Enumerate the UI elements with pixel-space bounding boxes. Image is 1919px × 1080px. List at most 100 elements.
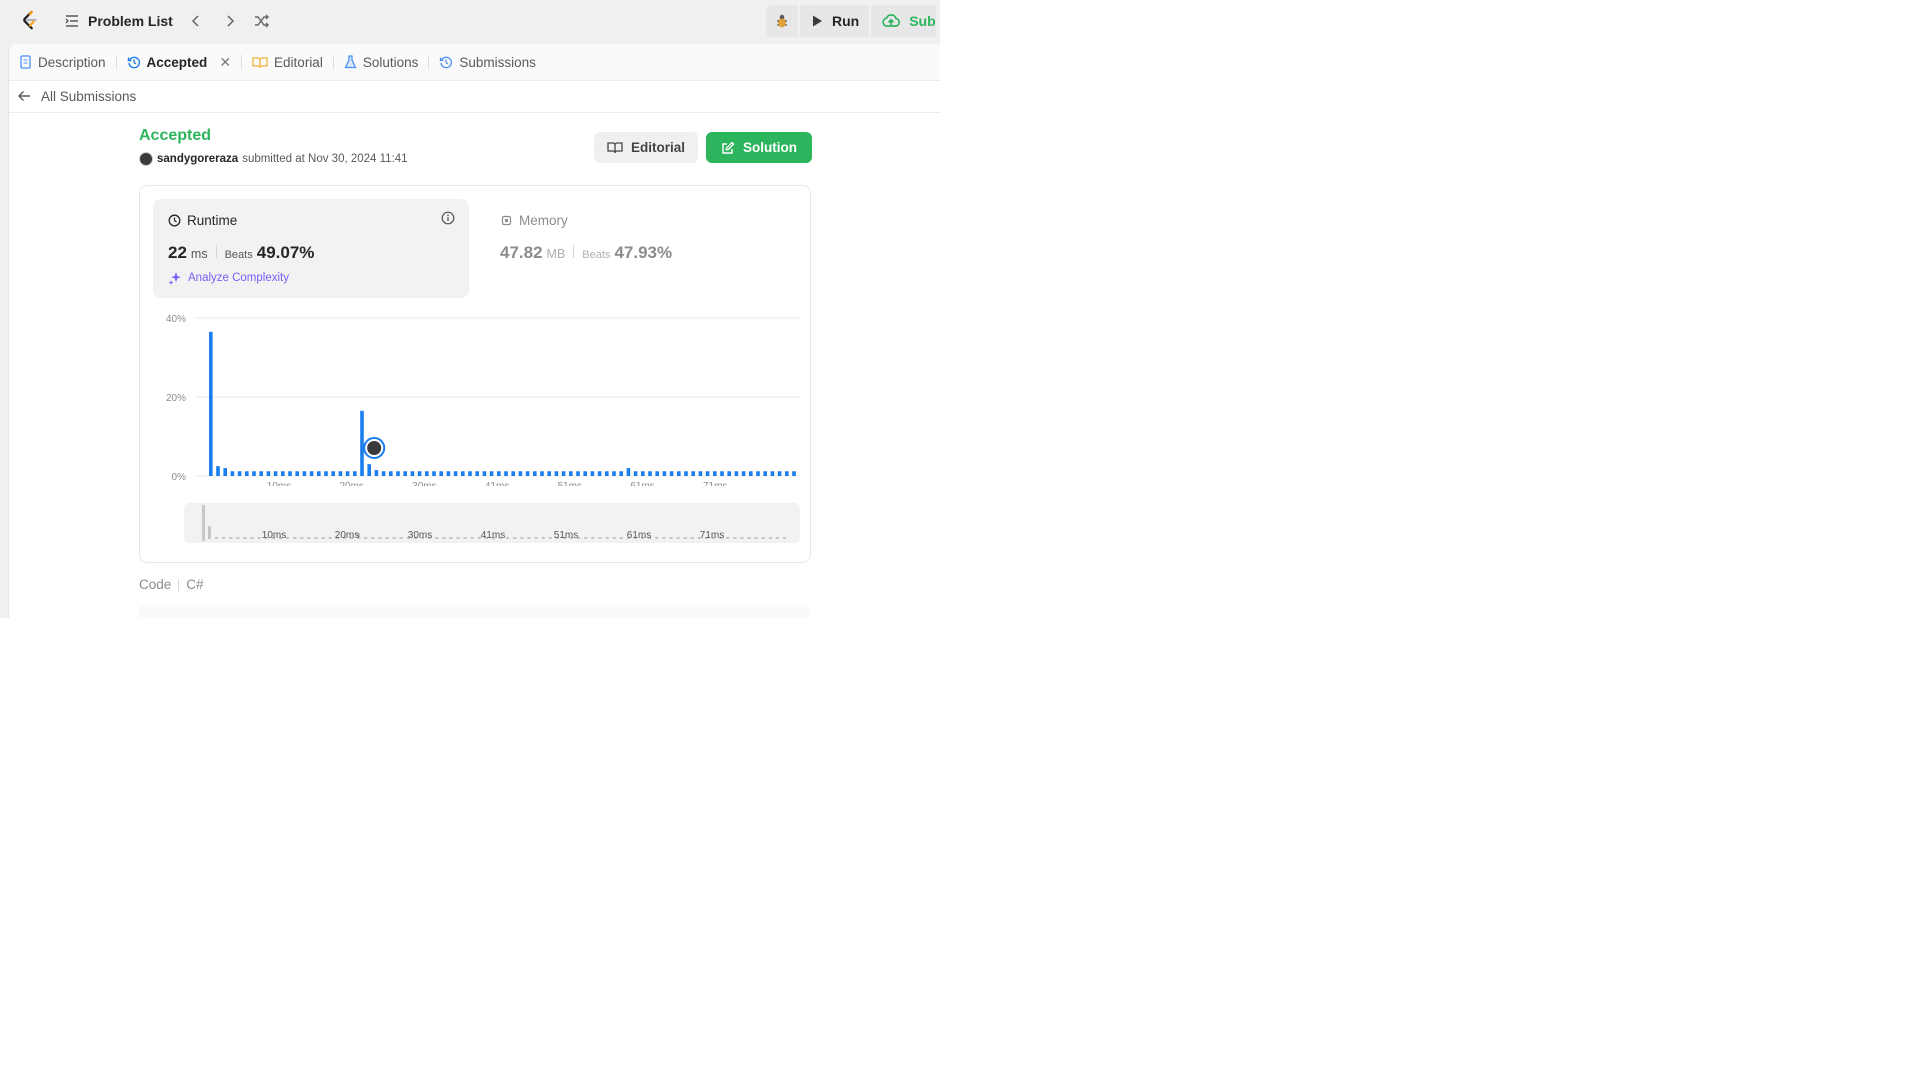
- runtime-bar[interactable]: [641, 471, 645, 476]
- runtime-bar[interactable]: [425, 471, 429, 476]
- tab-editorial[interactable]: Editorial: [242, 44, 333, 80]
- debug-button[interactable]: [766, 5, 798, 37]
- runtime-bar[interactable]: [785, 471, 789, 476]
- tab-description[interactable]: Description: [9, 44, 116, 80]
- runtime-bar[interactable]: [497, 471, 501, 476]
- runtime-bar[interactable]: [698, 471, 703, 476]
- runtime-bar[interactable]: [590, 471, 595, 476]
- solution-button[interactable]: Solution: [706, 132, 812, 163]
- runtime-bar[interactable]: [403, 471, 407, 476]
- runtime-bar[interactable]: [540, 471, 544, 476]
- runtime-bar[interactable]: [576, 471, 580, 476]
- runtime-bar[interactable]: [525, 471, 530, 476]
- info-icon[interactable]: [441, 211, 455, 225]
- runtime-bar[interactable]: [633, 471, 638, 476]
- runtime-bar[interactable]: [360, 410, 364, 476]
- runtime-bar[interactable]: [489, 471, 494, 476]
- runtime-bar[interactable]: [561, 471, 566, 476]
- runtime-bar[interactable]: [281, 471, 285, 476]
- runtime-bar[interactable]: [777, 471, 782, 476]
- runtime-bar[interactable]: [381, 471, 386, 476]
- runtime-bar[interactable]: [684, 471, 688, 476]
- runtime-bar[interactable]: [648, 471, 652, 476]
- memory-panel[interactable]: Memory 47.82 MB Beats 47.93%: [485, 199, 801, 298]
- runtime-bar[interactable]: [720, 471, 724, 476]
- runtime-bar[interactable]: [259, 471, 263, 476]
- runtime-panel[interactable]: Runtime 22 ms Beats 49.07% Analyze Compl…: [153, 199, 469, 298]
- runtime-bar[interactable]: [662, 471, 667, 476]
- runtime-bar[interactable]: [468, 471, 472, 476]
- leetcode-logo-icon[interactable]: [18, 9, 40, 31]
- runtime-bar[interactable]: [209, 331, 213, 476]
- runtime-bar[interactable]: [504, 471, 508, 476]
- runtime-bar[interactable]: [741, 471, 746, 476]
- close-tab-icon[interactable]: ✕: [219, 54, 231, 71]
- runtime-bar[interactable]: [705, 471, 710, 476]
- runtime-bar[interactable]: [295, 471, 299, 476]
- runtime-bar[interactable]: [439, 471, 443, 476]
- user-avatar[interactable]: [139, 152, 153, 166]
- runtime-bar[interactable]: [475, 471, 479, 476]
- runtime-bar[interactable]: [216, 466, 220, 476]
- runtime-bar[interactable]: [677, 471, 681, 476]
- runtime-bar[interactable]: [749, 471, 753, 476]
- runtime-bar[interactable]: [583, 471, 587, 476]
- runtime-bar[interactable]: [345, 471, 350, 476]
- runtime-bar[interactable]: [727, 471, 731, 476]
- random-problem-button[interactable]: [252, 11, 272, 31]
- tab-submissions[interactable]: Submissions: [429, 44, 546, 80]
- runtime-bar[interactable]: [446, 471, 451, 476]
- runtime-bar[interactable]: [511, 471, 515, 476]
- runtime-bar[interactable]: [223, 468, 227, 476]
- runtime-bar[interactable]: [266, 471, 271, 476]
- problem-list-button[interactable]: Problem List: [64, 11, 173, 31]
- runtime-bar[interactable]: [453, 471, 458, 476]
- runtime-bar[interactable]: [763, 471, 767, 476]
- runtime-bar[interactable]: [317, 471, 321, 476]
- runtime-bar[interactable]: [324, 471, 328, 476]
- runtime-bar[interactable]: [605, 471, 609, 476]
- editorial-button[interactable]: Editorial: [594, 132, 698, 163]
- prev-problem-button[interactable]: [186, 11, 206, 31]
- tab-solutions[interactable]: Solutions: [334, 44, 429, 80]
- runtime-bar[interactable]: [734, 471, 739, 476]
- runtime-bar[interactable]: [245, 471, 249, 476]
- runtime-bar[interactable]: [547, 471, 551, 476]
- runtime-bar[interactable]: [389, 471, 393, 476]
- runtime-bar[interactable]: [669, 471, 674, 476]
- runtime-bar[interactable]: [237, 471, 242, 476]
- submit-button[interactable]: Sub: [871, 5, 936, 37]
- runtime-bar[interactable]: [353, 471, 357, 476]
- runtime-bar[interactable]: [554, 471, 559, 476]
- runtime-bar[interactable]: [273, 471, 278, 476]
- runtime-bar[interactable]: [691, 471, 695, 476]
- runtime-bar[interactable]: [770, 471, 775, 476]
- chart-range-slider[interactable]: 10ms 20ms 30ms 41ms 51ms 61ms 71ms: [184, 503, 800, 543]
- range-handle[interactable]: [202, 505, 205, 541]
- runtime-bar[interactable]: [756, 471, 760, 476]
- runtime-distribution-chart[interactable]: 40% 20% 0% 10ms 20ms 30ms 41ms 51ms 61ms 71ms: [141, 306, 809, 486]
- runtime-bar[interactable]: [569, 471, 573, 476]
- runtime-bar[interactable]: [331, 471, 335, 476]
- runtime-bar[interactable]: [626, 468, 631, 476]
- runtime-bar[interactable]: [410, 471, 415, 476]
- runtime-bar[interactable]: [612, 471, 616, 476]
- runtime-bar[interactable]: [309, 471, 314, 476]
- runtime-bar[interactable]: [367, 464, 371, 476]
- runtime-bar[interactable]: [396, 471, 400, 476]
- runtime-bar[interactable]: [619, 471, 623, 476]
- runtime-bar[interactable]: [432, 471, 436, 476]
- runtime-bar[interactable]: [482, 471, 487, 476]
- runtime-bar[interactable]: [461, 471, 465, 476]
- analyze-complexity-link[interactable]: Analyze Complexity: [168, 271, 289, 285]
- runtime-bar[interactable]: [252, 471, 256, 476]
- runtime-bar[interactable]: [338, 471, 343, 476]
- runtime-bar[interactable]: [417, 471, 422, 476]
- run-button[interactable]: Run: [800, 5, 870, 37]
- runtime-bar[interactable]: [230, 471, 235, 476]
- all-submissions-link[interactable]: All Submissions: [17, 89, 136, 104]
- username-link[interactable]: sandygoreraza: [157, 153, 238, 165]
- runtime-bar[interactable]: [655, 471, 659, 476]
- runtime-bar[interactable]: [713, 471, 717, 476]
- runtime-bar[interactable]: [288, 471, 292, 476]
